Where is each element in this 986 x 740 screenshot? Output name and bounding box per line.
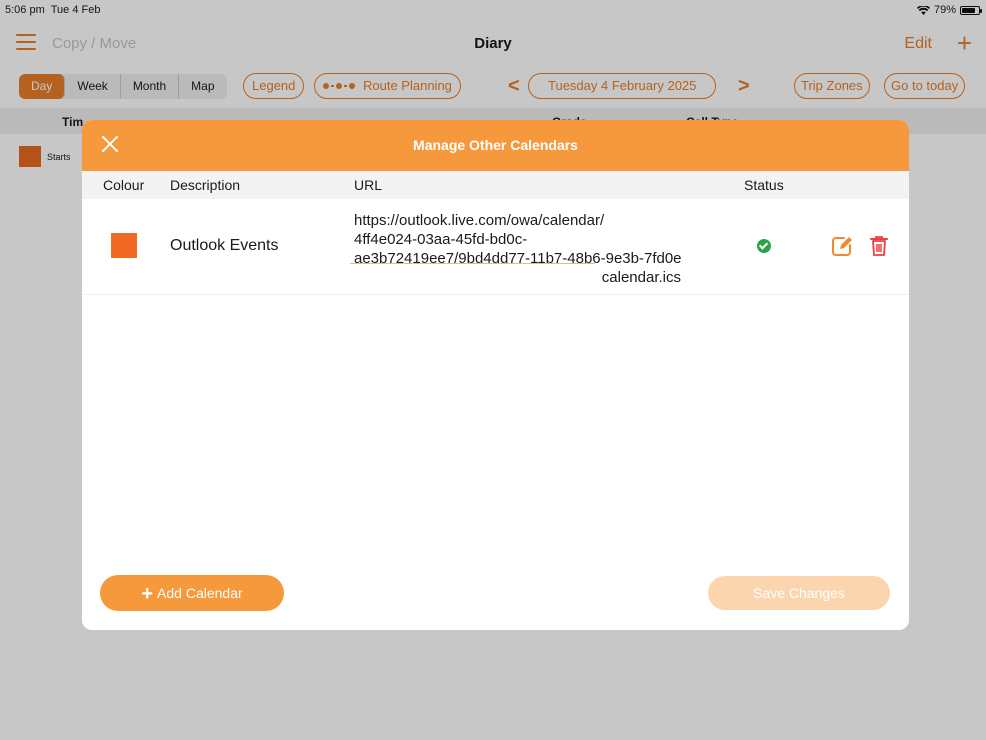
column-colour: Colour (103, 177, 145, 193)
calendar-description: Outlook Events (170, 237, 279, 254)
add-calendar-button[interactable]: + Add Calendar (100, 575, 284, 611)
calendar-url-line: https://outlook.live.com/owa/calendar/ (354, 212, 605, 229)
calendar-url-line: calendar.ics (601, 269, 681, 286)
diary-app: 5:06 pm Tue 4 Feb 79% Copy / Move Diary E… (0, 0, 986, 740)
manage-calendars-modal: Manage Other Calendars Colour Descriptio… (82, 120, 909, 630)
edit-icon[interactable] (831, 235, 853, 257)
column-status: Status (744, 177, 784, 193)
modal-header: Manage Other Calendars (82, 120, 909, 171)
url-underline (350, 263, 595, 264)
calendar-color-swatch[interactable] (111, 233, 137, 258)
table-row: Outlook Events https://outlook.live.com/… (82, 199, 909, 295)
calendar-url: https://outlook.live.com/owa/calendar/ 4… (354, 211, 724, 287)
plus-icon: + (141, 583, 154, 605)
calendar-url-line: ae3b72419ee7/9bd4dd77-11b7-48b6-9e3b-7fd… (354, 250, 682, 267)
calendar-url-line: 4ff4e024-03aa-45fd-bd0c- (354, 231, 528, 248)
check-circle-icon (757, 239, 771, 253)
column-description: Description (170, 177, 241, 193)
calendar-table-header: Colour Description URL Status (82, 171, 909, 199)
save-changes-button[interactable]: Save Changes (708, 576, 890, 610)
column-url: URL (354, 177, 383, 193)
modal-title: Manage Other Calendars (413, 137, 578, 153)
trash-icon[interactable] (870, 235, 888, 257)
add-calendar-label: Add Calendar (157, 585, 243, 601)
